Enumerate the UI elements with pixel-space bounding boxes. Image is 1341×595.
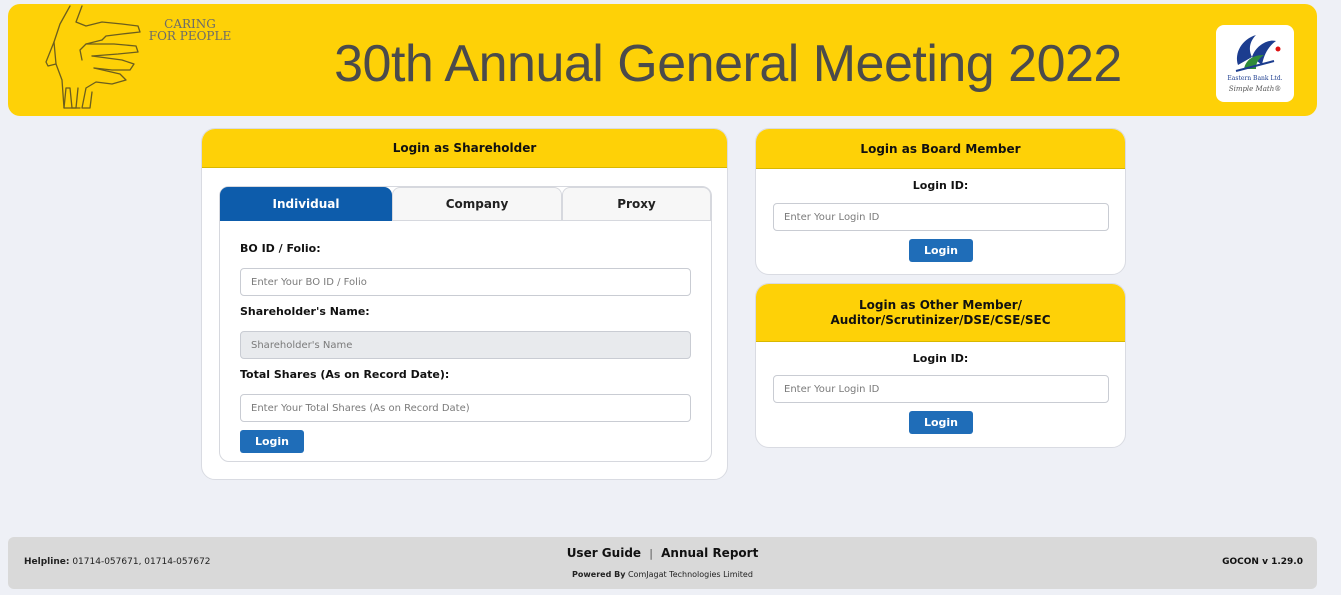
link-separator: | (649, 547, 653, 560)
caring-slogan: CARING FOR PEOPLE (142, 18, 238, 42)
bank-tagline: Simple Math® (1228, 85, 1282, 93)
shareholder-login-button[interactable]: Login (240, 430, 304, 453)
ebl-emblem-icon (1235, 35, 1281, 72)
powered-by: Powered By ComJagat Technologies Limited (8, 570, 1317, 579)
shareholder-name-label: Shareholder's Name: (240, 305, 370, 318)
tab-proxy[interactable]: Proxy (562, 187, 711, 221)
eastern-bank-logo: Eastern Bank Ltd. Simple Math® (1216, 25, 1294, 102)
slogan-line-2: FOR PEOPLE (148, 29, 232, 43)
other-member-login-card: Login as Other Member/ Auditor/Scrutiniz… (755, 283, 1126, 448)
shareholder-card-heading: Login as Shareholder (202, 129, 727, 168)
footer-links: User Guide | Annual Report (8, 546, 1317, 560)
app-version: GOCON v 1.29.0 (1222, 557, 1303, 567)
tab-individual[interactable]: Individual (220, 187, 392, 221)
powered-by-label: Powered By (572, 570, 626, 579)
individual-login-form: BO ID / Folio: Shareholder's Name: Total… (240, 242, 691, 453)
other-heading-line-2: Auditor/Scrutinizer/DSE/CSE/SEC (830, 312, 1051, 327)
shareholder-form-panel: Individual Company Proxy BO ID / Folio: … (219, 186, 712, 462)
user-guide-link[interactable]: User Guide (567, 546, 641, 560)
total-shares-label: Total Shares (As on Record Date): (240, 368, 450, 381)
board-login-button[interactable]: Login (909, 239, 973, 262)
board-login-id-label: Login ID: (912, 179, 969, 192)
board-member-login-card: Login as Board Member Login ID: Login (755, 128, 1126, 275)
bank-name: Eastern Bank Ltd. (1227, 75, 1283, 82)
tab-company[interactable]: Company (392, 187, 562, 221)
total-shares-input[interactable] (240, 394, 691, 422)
shareholder-type-tabs: Individual Company Proxy (220, 187, 711, 221)
header-banner: CARING FOR PEOPLE 30th Annual General Me… (8, 4, 1317, 116)
bo-id-input[interactable] (240, 268, 691, 296)
page-title: 30th Annual General Meeting 2022 (334, 35, 1122, 93)
other-login-button[interactable]: Login (909, 411, 973, 434)
caring-hands-logo (45, 5, 141, 109)
annual-report-link[interactable]: Annual Report (661, 546, 758, 560)
shareholder-login-card: Login as Shareholder Individual Company … (201, 128, 728, 480)
board-card-heading: Login as Board Member (756, 129, 1125, 169)
bo-id-label: BO ID / Folio: (240, 242, 321, 255)
page-footer: Helpline: 01714-057671, 01714-057672 Use… (8, 537, 1317, 589)
shareholder-name-input (240, 331, 691, 359)
powered-by-company: ComJagat Technologies Limited (627, 570, 753, 579)
other-heading-line-1: Login as Other Member/ (858, 297, 1023, 312)
other-login-id-input[interactable] (773, 375, 1109, 403)
other-login-id-label: Login ID: (912, 352, 969, 365)
other-card-heading: Login as Other Member/ Auditor/Scrutiniz… (756, 284, 1125, 342)
board-login-id-input[interactable] (773, 203, 1109, 231)
